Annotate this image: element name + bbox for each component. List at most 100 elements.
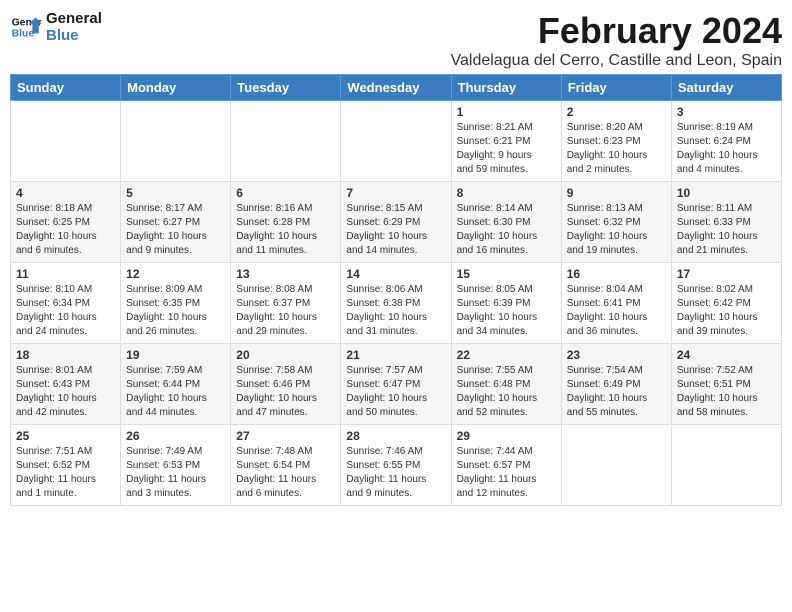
day-info: Sunrise: 7:54 AM Sunset: 6:49 PM Dayligh…	[567, 364, 666, 420]
day-info: Sunrise: 7:52 AM Sunset: 6:51 PM Dayligh…	[677, 364, 776, 420]
day-info: Sunrise: 8:13 AM Sunset: 6:32 PM Dayligh…	[567, 202, 666, 258]
day-number: 9	[567, 186, 666, 200]
logo-line2: Blue	[46, 27, 102, 44]
day-number: 22	[457, 348, 556, 362]
day-number: 11	[16, 267, 115, 281]
day-number: 1	[457, 105, 556, 119]
day-info: Sunrise: 8:01 AM Sunset: 6:43 PM Dayligh…	[16, 364, 115, 420]
day-info: Sunrise: 7:51 AM Sunset: 6:52 PM Dayligh…	[16, 445, 115, 501]
title-section: February 2024 Valdelagua del Cerro, Cast…	[451, 10, 782, 70]
calendar-cell: 24 Sunrise: 7:52 AM Sunset: 6:51 PM Dayli…	[671, 344, 781, 425]
day-number: 16	[567, 267, 666, 281]
day-info: Sunrise: 8:09 AM Sunset: 6:35 PM Dayligh…	[126, 283, 225, 339]
day-info: Sunrise: 7:58 AM Sunset: 6:46 PM Dayligh…	[236, 364, 335, 420]
day-info: Sunrise: 8:10 AM Sunset: 6:34 PM Dayligh…	[16, 283, 115, 339]
svg-text:Blue: Blue	[12, 29, 35, 40]
calendar-cell: 4 Sunrise: 8:18 AM Sunset: 6:25 PM Daylig…	[11, 182, 121, 263]
day-info: Sunrise: 8:02 AM Sunset: 6:42 PM Dayligh…	[677, 283, 776, 339]
calendar-cell: 3 Sunrise: 8:19 AM Sunset: 6:24 PM Daylig…	[671, 101, 781, 182]
weekday-header-sunday: Sunday	[11, 75, 121, 101]
calendar-cell	[341, 101, 451, 182]
calendar-cell: 11 Sunrise: 8:10 AM Sunset: 6:34 PM Dayli…	[11, 263, 121, 344]
calendar-cell: 27 Sunrise: 7:48 AM Sunset: 6:54 PM Dayli…	[231, 425, 341, 506]
day-info: Sunrise: 7:55 AM Sunset: 6:48 PM Dayligh…	[457, 364, 556, 420]
day-number: 4	[16, 186, 115, 200]
day-info: Sunrise: 8:08 AM Sunset: 6:37 PM Dayligh…	[236, 283, 335, 339]
calendar-cell: 10Sunrise: 8:11 AM Sunset: 6:33 PM Dayli…	[671, 182, 781, 263]
day-number: 7	[346, 186, 445, 200]
day-info: Sunrise: 8:14 AM Sunset: 6:30 PM Dayligh…	[457, 202, 556, 258]
day-info: Sunrise: 8:15 AM Sunset: 6:29 PM Dayligh…	[346, 202, 445, 258]
day-info: Sunrise: 8:19 AM Sunset: 6:24 PM Dayligh…	[677, 121, 776, 177]
day-info: Sunrise: 8:04 AM Sunset: 6:41 PM Dayligh…	[567, 283, 666, 339]
calendar-cell	[11, 101, 121, 182]
weekday-header-saturday: Saturday	[671, 75, 781, 101]
calendar-cell: 5 Sunrise: 8:17 AM Sunset: 6:27 PM Daylig…	[121, 182, 231, 263]
calendar-week-3: 11 Sunrise: 8:10 AM Sunset: 6:34 PM Dayli…	[11, 263, 782, 344]
calendar-cell: 2 Sunrise: 8:20 AM Sunset: 6:23 PM Daylig…	[561, 101, 671, 182]
calendar-cell: 21 Sunrise: 7:57 AM Sunset: 6:47 PM Dayli…	[341, 344, 451, 425]
calendar-cell	[231, 101, 341, 182]
calendar-cell: 1Sunrise: 8:21 AM Sunset: 6:21 PM Daylig…	[451, 101, 561, 182]
day-number: 2	[567, 105, 666, 119]
calendar-cell: 26Sunrise: 7:49 AM Sunset: 6:53 PM Dayli…	[121, 425, 231, 506]
day-info: Sunrise: 8:17 AM Sunset: 6:27 PM Dayligh…	[126, 202, 225, 258]
weekday-header-monday: Monday	[121, 75, 231, 101]
calendar-cell: 15Sunrise: 8:05 AM Sunset: 6:39 PM Dayli…	[451, 263, 561, 344]
location-title: Valdelagua del Cerro, Castille and Leon,…	[451, 52, 782, 70]
calendar-body: 1Sunrise: 8:21 AM Sunset: 6:21 PM Daylig…	[11, 101, 782, 506]
calendar-cell: 22 Sunrise: 7:55 AM Sunset: 6:48 PM Dayli…	[451, 344, 561, 425]
day-number: 5	[126, 186, 225, 200]
calendar-cell: 12 Sunrise: 8:09 AM Sunset: 6:35 PM Dayli…	[121, 263, 231, 344]
day-number: 19	[126, 348, 225, 362]
day-number: 15	[457, 267, 556, 281]
day-info: Sunrise: 7:44 AM Sunset: 6:57 PM Dayligh…	[457, 445, 556, 501]
weekday-header-tuesday: Tuesday	[231, 75, 341, 101]
day-number: 6	[236, 186, 335, 200]
day-number: 3	[677, 105, 776, 119]
day-number: 24	[677, 348, 776, 362]
logo: General Blue General Blue	[10, 10, 102, 44]
calendar-cell: 6Sunrise: 8:16 AM Sunset: 6:28 PM Daylig…	[231, 182, 341, 263]
day-number: 21	[346, 348, 445, 362]
day-info: Sunrise: 8:20 AM Sunset: 6:23 PM Dayligh…	[567, 121, 666, 177]
day-number: 29	[457, 429, 556, 443]
day-info: Sunrise: 8:06 AM Sunset: 6:38 PM Dayligh…	[346, 283, 445, 339]
day-number: 23	[567, 348, 666, 362]
calendar-cell: 13Sunrise: 8:08 AM Sunset: 6:37 PM Dayli…	[231, 263, 341, 344]
calendar-week-1: 1Sunrise: 8:21 AM Sunset: 6:21 PM Daylig…	[11, 101, 782, 182]
day-number: 25	[16, 429, 115, 443]
day-info: Sunrise: 7:49 AM Sunset: 6:53 PM Dayligh…	[126, 445, 225, 501]
calendar-cell	[561, 425, 671, 506]
day-number: 17	[677, 267, 776, 281]
day-info: Sunrise: 7:57 AM Sunset: 6:47 PM Dayligh…	[346, 364, 445, 420]
weekday-header-friday: Friday	[561, 75, 671, 101]
day-info: Sunrise: 8:18 AM Sunset: 6:25 PM Dayligh…	[16, 202, 115, 258]
calendar-cell: 20 Sunrise: 7:58 AM Sunset: 6:46 PM Dayli…	[231, 344, 341, 425]
calendar-cell: 28 Sunrise: 7:46 AM Sunset: 6:55 PM Dayli…	[341, 425, 451, 506]
calendar-header: SundayMondayTuesdayWednesdayThursdayFrid…	[11, 75, 782, 101]
calendar-cell: 23 Sunrise: 7:54 AM Sunset: 6:49 PM Dayli…	[561, 344, 671, 425]
calendar-cell	[671, 425, 781, 506]
day-number: 20	[236, 348, 335, 362]
day-number: 18	[16, 348, 115, 362]
day-number: 14	[346, 267, 445, 281]
calendar-cell: 18 Sunrise: 8:01 AM Sunset: 6:43 PM Dayli…	[11, 344, 121, 425]
logo-icon: General Blue	[10, 11, 42, 43]
calendar-cell: 9 Sunrise: 8:13 AM Sunset: 6:32 PM Daylig…	[561, 182, 671, 263]
calendar-cell: 16 Sunrise: 8:04 AM Sunset: 6:41 PM Dayli…	[561, 263, 671, 344]
logo-line1: General	[46, 10, 102, 27]
weekday-header-thursday: Thursday	[451, 75, 561, 101]
day-number: 27	[236, 429, 335, 443]
page-header: General Blue General Blue February 2024 …	[10, 10, 782, 70]
weekday-header-wednesday: Wednesday	[341, 75, 451, 101]
day-number: 12	[126, 267, 225, 281]
calendar-cell	[121, 101, 231, 182]
calendar-cell: 17 Sunrise: 8:02 AM Sunset: 6:42 PM Dayli…	[671, 263, 781, 344]
calendar-cell: 29 Sunrise: 7:44 AM Sunset: 6:57 PM Dayli…	[451, 425, 561, 506]
day-info: Sunrise: 7:46 AM Sunset: 6:55 PM Dayligh…	[346, 445, 445, 501]
day-number: 28	[346, 429, 445, 443]
day-info: Sunrise: 7:48 AM Sunset: 6:54 PM Dayligh…	[236, 445, 335, 501]
day-info: Sunrise: 8:11 AM Sunset: 6:33 PM Dayligh…	[677, 202, 776, 258]
calendar-cell: 14 Sunrise: 8:06 AM Sunset: 6:38 PM Dayli…	[341, 263, 451, 344]
